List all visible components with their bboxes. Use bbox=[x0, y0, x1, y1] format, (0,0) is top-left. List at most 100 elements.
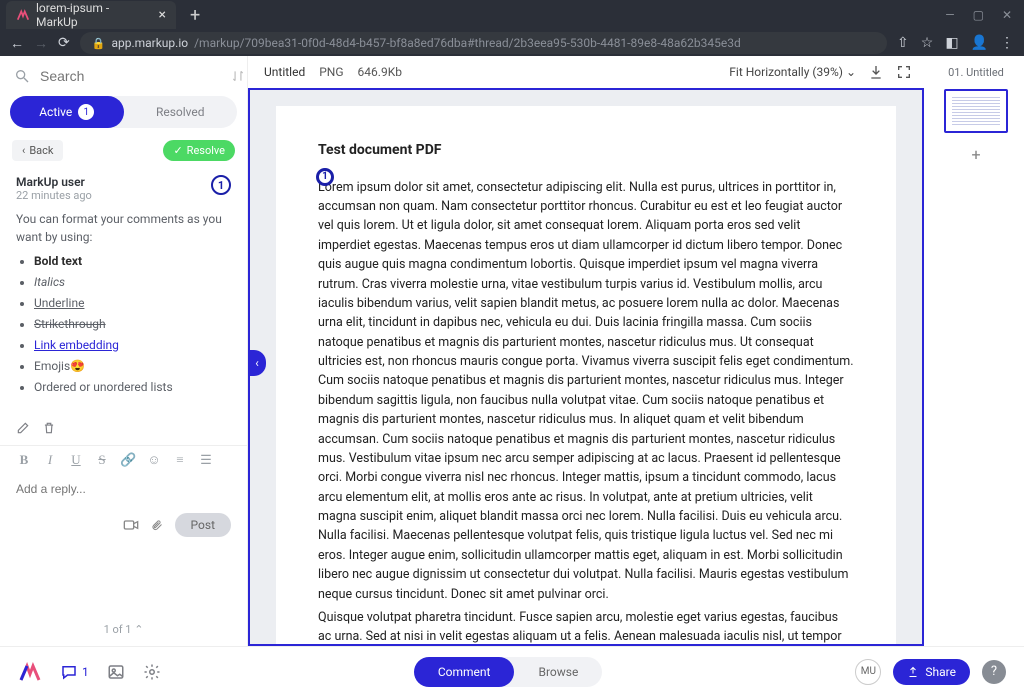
help-button[interactable]: ? bbox=[982, 660, 1006, 684]
format-bold-icon[interactable]: B bbox=[16, 452, 32, 468]
lock-icon: 🔒 bbox=[92, 37, 106, 50]
user-avatar[interactable]: MU bbox=[855, 659, 881, 685]
bullet-link[interactable]: Link embedding bbox=[34, 338, 119, 352]
file-name: Untitled bbox=[264, 65, 305, 79]
reply-toolbar: B I U S 🔗 ☺ ≡ ☰ bbox=[0, 445, 247, 474]
share-icon bbox=[907, 666, 919, 678]
bottom-bar: 1 Comment Browse MU Share ? bbox=[0, 646, 1024, 696]
maximize-icon[interactable]: ▢ bbox=[973, 8, 984, 22]
tab-title: lorem-ipsum - MarkUp bbox=[36, 1, 153, 29]
thumb-label: 01. Untitled bbox=[948, 66, 1004, 79]
forward-icon[interactable]: → bbox=[34, 35, 48, 52]
tab-active-label: Active bbox=[39, 105, 72, 119]
comment-intro: You can format your comments as you want… bbox=[16, 212, 222, 244]
page-thumbnail[interactable] bbox=[944, 89, 1008, 133]
share-button[interactable]: Share bbox=[893, 659, 970, 685]
annotation-marker[interactable]: 1 bbox=[316, 168, 334, 186]
canvas-area: Untitled PNG 646.9Kb Fit Horizontally (3… bbox=[248, 56, 928, 646]
comment-body: You can format your comments as you want… bbox=[16, 210, 231, 396]
close-window-icon[interactable]: ✕ bbox=[1002, 8, 1012, 22]
record-video-icon[interactable] bbox=[123, 519, 139, 531]
close-icon[interactable]: × bbox=[159, 7, 166, 23]
post-button[interactable]: Post bbox=[175, 513, 231, 537]
tab-favicon bbox=[16, 8, 30, 22]
fullscreen-icon[interactable] bbox=[896, 64, 912, 80]
bullet-lists: Ordered or unordered lists bbox=[34, 380, 173, 394]
doc-paragraph: Quisque volutpat pharetra tincidunt. Fus… bbox=[318, 608, 854, 646]
url-path: /markup/709bea31-0f0d-48d4-b457-bf8a8ed7… bbox=[194, 36, 741, 50]
trash-icon[interactable] bbox=[42, 421, 56, 435]
share-url-icon[interactable]: ⇧ bbox=[897, 35, 909, 51]
back-icon[interactable]: ← bbox=[10, 35, 24, 52]
menu-icon[interactable]: ⋮ bbox=[1000, 35, 1014, 51]
comment-card: MarkUp user 22 minutes ago 1 You can for… bbox=[12, 169, 235, 405]
comments-count: 1 bbox=[82, 665, 89, 679]
sidebar: Active 1 Resolved ‹ Back ✓ Resolve bbox=[0, 56, 248, 646]
check-icon: ✓ bbox=[173, 144, 182, 157]
comments-icon[interactable]: 1 bbox=[60, 663, 89, 681]
file-type: PNG bbox=[319, 65, 343, 79]
back-label: Back bbox=[29, 144, 53, 157]
download-icon[interactable] bbox=[868, 64, 884, 80]
window-controls: — ▢ ✕ bbox=[945, 8, 1024, 22]
bookmark-icon[interactable]: ☆ bbox=[921, 35, 934, 51]
bullet-strike: Strikethrough bbox=[34, 317, 106, 331]
format-ul-icon[interactable]: ☰ bbox=[198, 452, 214, 468]
tab-resolved[interactable]: Resolved bbox=[124, 96, 238, 128]
url-host: app.markup.io bbox=[111, 36, 188, 50]
document-viewport[interactable]: ‹ 1 Test document PDF Lorem ipsum dolor … bbox=[248, 88, 924, 646]
reload-icon[interactable]: ⟳ bbox=[58, 35, 70, 51]
search-icon bbox=[14, 68, 30, 84]
new-tab-button[interactable]: + bbox=[182, 5, 208, 26]
url-bar[interactable]: 🔒 app.markup.io/markup/709bea31-0f0d-48d… bbox=[80, 32, 887, 54]
doc-title: Test document PDF bbox=[318, 140, 854, 162]
document-page: 1 Test document PDF Lorem ipsum dolor si… bbox=[276, 106, 896, 646]
bullet-bold: Bold text bbox=[34, 254, 82, 268]
mode-browse[interactable]: Browse bbox=[514, 657, 602, 687]
format-link-icon[interactable]: 🔗 bbox=[120, 452, 136, 468]
file-size: 646.9Kb bbox=[358, 65, 402, 79]
reply-input[interactable] bbox=[16, 482, 231, 496]
gallery-icon[interactable] bbox=[107, 663, 125, 681]
chevron-left-icon: ‹ bbox=[22, 144, 25, 157]
collapse-sidebar-handle[interactable]: ‹ bbox=[248, 350, 266, 376]
resolve-label: Resolve bbox=[187, 144, 225, 157]
app: Active 1 Resolved ‹ Back ✓ Resolve bbox=[0, 56, 1024, 696]
format-strike-icon[interactable]: S bbox=[94, 452, 110, 468]
profile-avatar-icon[interactable]: 👤 bbox=[971, 35, 988, 51]
add-page-button[interactable]: + bbox=[965, 143, 987, 165]
back-button[interactable]: ‹ Back bbox=[12, 140, 63, 161]
comment-marker-badge: 1 bbox=[211, 175, 231, 195]
browser-chrome: lorem-ipsum - MarkUp × + — ▢ ✕ ← → ⟳ 🔒 a… bbox=[0, 0, 1024, 56]
thumbnail-panel: 01. Untitled + bbox=[928, 56, 1024, 646]
format-underline-icon[interactable]: U bbox=[68, 452, 84, 468]
format-emoji-icon[interactable]: ☺ bbox=[146, 452, 162, 468]
mode-comment[interactable]: Comment bbox=[414, 657, 515, 687]
tab-strip: lorem-ipsum - MarkUp × + — ▢ ✕ bbox=[0, 0, 1024, 30]
zoom-select[interactable]: Fit Horizontally (39%) ⌄ bbox=[729, 65, 856, 79]
bullet-underline: Underline bbox=[34, 296, 84, 310]
emoji-icon: 😍 bbox=[70, 359, 85, 373]
nav-toolbar: ← → ⟳ 🔒 app.markup.io/markup/709bea31-0f… bbox=[0, 30, 1024, 56]
chevron-up-icon[interactable]: ⌃ bbox=[134, 623, 143, 636]
bullet-italic: Italics bbox=[34, 275, 65, 289]
format-ol-icon[interactable]: ≡ bbox=[172, 452, 188, 468]
chevron-down-icon: ⌄ bbox=[846, 65, 856, 79]
attach-icon[interactable] bbox=[151, 518, 163, 532]
resolve-button[interactable]: ✓ Resolve bbox=[163, 140, 235, 161]
extensions-icon[interactable]: ◧ bbox=[945, 35, 958, 51]
sort-icon[interactable] bbox=[231, 69, 245, 83]
pager: 1 of 1 ⌃ bbox=[0, 613, 247, 646]
gear-icon[interactable] bbox=[143, 663, 161, 681]
edit-icon[interactable] bbox=[16, 421, 30, 435]
search-input[interactable] bbox=[40, 68, 221, 84]
app-logo-icon[interactable] bbox=[18, 660, 42, 684]
active-count-badge: 1 bbox=[78, 104, 94, 120]
tab-active[interactable]: Active 1 bbox=[10, 96, 124, 128]
format-italic-icon[interactable]: I bbox=[42, 452, 58, 468]
browser-tab[interactable]: lorem-ipsum - MarkUp × bbox=[6, 1, 176, 29]
mode-switch: Comment Browse bbox=[414, 657, 602, 687]
minimize-icon[interactable]: — bbox=[945, 8, 954, 22]
bullet-emoji-label: Emojis bbox=[34, 359, 70, 373]
comment-time: 22 minutes ago bbox=[16, 189, 92, 202]
